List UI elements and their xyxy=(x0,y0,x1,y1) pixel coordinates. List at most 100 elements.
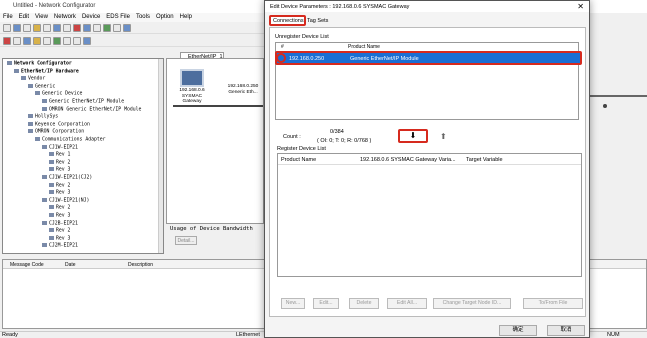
menu-item[interactable]: Network xyxy=(54,14,76,20)
tree-scrollbar[interactable] xyxy=(158,59,163,253)
tree-item[interactable]: Rev 2 xyxy=(49,159,71,167)
register-icon[interactable] xyxy=(43,36,51,45)
menu-item[interactable]: EDS File xyxy=(106,14,130,20)
tree-item[interactable]: CJ1W-EIP21(NJ) xyxy=(42,197,90,205)
paste-icon[interactable] xyxy=(63,23,71,32)
tree-item[interactable]: CJ1W-EIP21(CJ2) xyxy=(42,175,92,182)
unregister-up-button[interactable]: ⬆ xyxy=(440,132,447,141)
menu-item[interactable]: View xyxy=(35,14,48,20)
tree-item[interactable]: Rev 3 xyxy=(49,190,70,197)
connect-icon[interactable] xyxy=(103,23,111,32)
close-icon[interactable]: ✕ xyxy=(577,2,584,11)
menu-item[interactable]: Tools xyxy=(136,14,150,20)
tree-item[interactable]: CJ2B-EIP21 xyxy=(42,220,78,228)
edit-button[interactable]: Edit... xyxy=(313,298,339,309)
cancel-button[interactable]: 取消 xyxy=(547,325,585,336)
tree-item[interactable]: Network Configurator xyxy=(7,61,72,68)
register-header: Product Name 192.168.0.6 SYSMAC Gateway … xyxy=(278,154,581,165)
menu-item[interactable]: Help xyxy=(180,14,192,20)
menu-item[interactable]: Device xyxy=(82,14,100,20)
parameter-icon[interactable] xyxy=(33,36,41,45)
toolbar-2 xyxy=(0,35,265,47)
tree-item[interactable]: CJ2M-EIP21 xyxy=(42,243,78,250)
monitor-icon[interactable] xyxy=(23,36,31,45)
edit-all-button[interactable]: Edit All... xyxy=(387,298,427,309)
node-dot xyxy=(603,104,607,108)
ok-button[interactable]: 确定 xyxy=(499,325,537,336)
tree-item-label: HollySys xyxy=(35,114,59,120)
network-canvas[interactable]: 192.168.0.6 SYSMAC Gateway 192.168.0.250… xyxy=(166,58,264,224)
tree-item[interactable]: OMRON Generic EtherNet/IP Module xyxy=(42,106,141,114)
new-button[interactable]: New... xyxy=(281,298,305,309)
tree-node-icon xyxy=(49,190,54,195)
tree-item-label: CJ2M-EIP21 xyxy=(49,243,78,249)
new-icon[interactable] xyxy=(3,23,11,32)
tree-item[interactable]: Rev 3 xyxy=(49,167,70,174)
col-product: Product Name xyxy=(281,157,317,163)
device-generic-eth[interactable]: 192.168.0.250 Generic Eth... xyxy=(221,84,265,95)
tree-item[interactable]: Rev 2 xyxy=(49,205,70,212)
unregister-row[interactable]: 192.168.0.250 Generic EtherNet/IP Module xyxy=(275,51,582,65)
cut-icon[interactable] xyxy=(43,23,51,32)
device-sysmac-gateway[interactable]: 192.168.0.6 SYSMAC Gateway xyxy=(173,69,211,105)
tree-item-label: Rev 3 xyxy=(56,190,71,196)
tree-node-icon xyxy=(42,175,47,179)
tab-tag-sets[interactable]: Tag Sets xyxy=(307,18,328,24)
arrow-up-icon: ⬆ xyxy=(440,132,447,141)
print-icon[interactable] xyxy=(33,23,41,32)
tree-item[interactable]: Rev 3 xyxy=(49,235,70,243)
tag-icon[interactable] xyxy=(53,36,61,45)
tree-item-label: Rev 3 xyxy=(56,213,71,219)
offline-icon[interactable] xyxy=(13,36,21,45)
tree-item-label: Rev 2 xyxy=(56,160,71,166)
zoom-icon[interactable] xyxy=(93,23,101,32)
tree-item[interactable]: Rev 3 xyxy=(49,213,70,220)
tree-item-label: OMRON Corporation xyxy=(35,129,85,135)
online-icon[interactable] xyxy=(3,36,11,45)
tree-item[interactable]: HollySys xyxy=(28,114,58,121)
tree-item[interactable]: Rev 2 xyxy=(49,228,70,235)
info-icon[interactable] xyxy=(83,36,91,45)
tree-item-label: Rev 3 xyxy=(56,167,71,173)
tree-item[interactable]: EtherNet/IP Hardware xyxy=(14,68,79,76)
tree-item[interactable]: Rev 2 xyxy=(49,182,70,190)
row-name: Generic EtherNet/IP Module xyxy=(350,56,419,62)
open-icon[interactable] xyxy=(13,23,21,32)
change-target-node-button[interactable]: Change Target Node ID... xyxy=(433,298,511,309)
status-ready: Ready xyxy=(2,332,18,338)
delete-icon[interactable] xyxy=(73,23,81,32)
tree-item-label: CJ1W-EIP21(NJ) xyxy=(49,198,90,204)
to-from-file-button[interactable]: To/From File xyxy=(523,298,583,309)
log-col-desc: Description xyxy=(128,262,154,268)
find-icon[interactable] xyxy=(83,23,91,32)
tree-item[interactable]: Rev 1 xyxy=(49,152,70,159)
tab-connections[interactable]: Connections xyxy=(269,15,306,26)
status-net: LEthernet xyxy=(236,332,260,338)
tree-item[interactable]: Communications Adapter xyxy=(35,137,106,144)
tree-item[interactable]: Vendor xyxy=(21,76,45,83)
count-value: 0/384 xyxy=(330,129,344,135)
menu-item[interactable]: Edit xyxy=(19,14,29,20)
tree-item-label: Rev 2 xyxy=(56,205,71,211)
delete-button[interactable]: Delete xyxy=(349,298,379,309)
tree-item[interactable]: Generic EtherNet/IP Module xyxy=(42,99,124,106)
save-icon[interactable] xyxy=(23,23,31,32)
tree-item[interactable]: OMRON Corporation xyxy=(28,129,84,136)
tree-item-label: CJ1W-EIP21(CJ2) xyxy=(49,175,93,181)
menu-item[interactable]: File xyxy=(3,14,13,20)
menu-item[interactable]: Option xyxy=(156,14,174,20)
detail-button[interactable]: Detail... xyxy=(175,236,197,245)
tree-item[interactable]: Generic xyxy=(28,83,55,91)
arrow-left-icon[interactable] xyxy=(63,36,71,45)
tree-node-icon xyxy=(42,144,47,149)
tree-item[interactable]: Keyence Corporation xyxy=(28,121,90,129)
arrow-right-icon[interactable] xyxy=(73,36,81,45)
download-icon[interactable] xyxy=(123,23,131,32)
copy-icon[interactable] xyxy=(53,23,61,32)
upload-icon[interactable] xyxy=(113,23,121,32)
tree-item[interactable]: Generic Device xyxy=(35,91,82,98)
tree-item-label: Keyence Corporation xyxy=(35,122,90,128)
device-name: SYSMAC Gateway xyxy=(181,93,203,105)
tree-item[interactable]: CJ1W-EIP21 xyxy=(42,144,78,152)
register-down-button[interactable]: ⬇ xyxy=(398,129,428,143)
